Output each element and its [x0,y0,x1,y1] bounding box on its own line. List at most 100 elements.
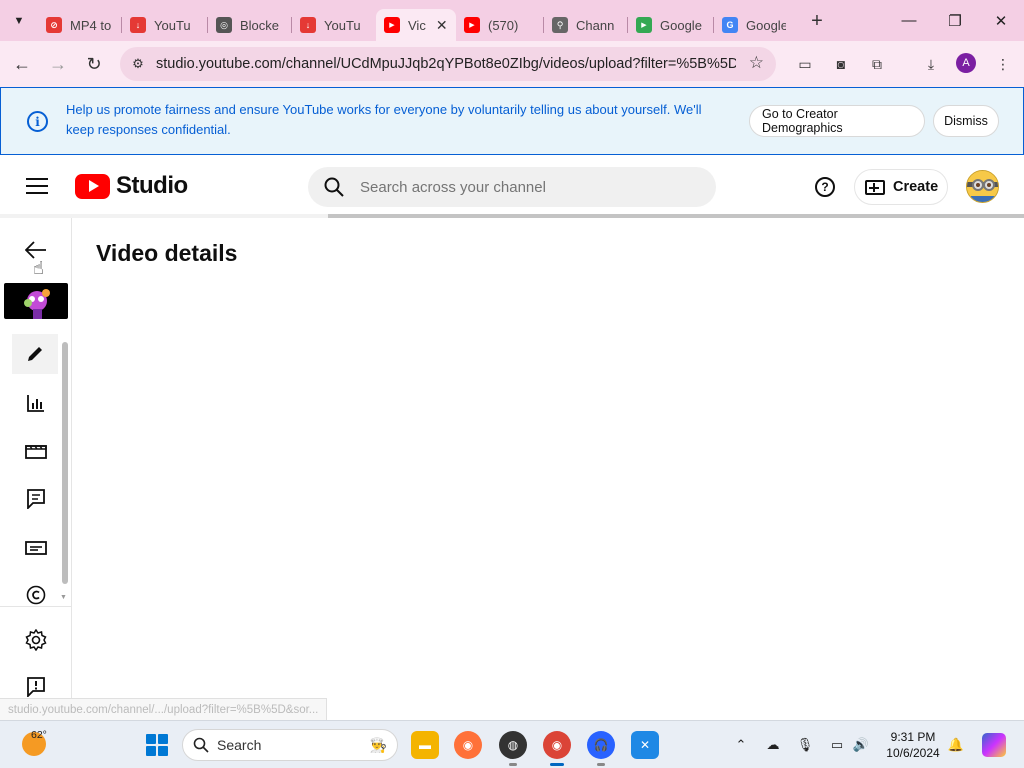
tab-favicon-icon: ⚲ [552,17,568,33]
pencil-icon [28,347,42,361]
banner-message: Help us promote fairness and ensure YouT… [66,102,702,137]
profile-avatar[interactable]: A [956,53,976,73]
sidebar-item-analytics[interactable] [14,383,58,423]
page-loading-bar [0,214,1024,218]
sidebar-item-details[interactable] [12,334,58,374]
reload-icon[interactable]: ↻ [76,46,112,82]
cloud-sync-icon[interactable]: ☁ [763,735,783,755]
comment-icon [27,489,45,509]
search-icon[interactable] [308,177,360,197]
copilot-icon[interactable] [982,733,1006,757]
go-to-creator-demographics-button[interactable]: Go to Creator Demographics [749,105,925,137]
file-explorer-icon[interactable]: ▬ [411,731,439,759]
arrow-left-icon [25,241,46,259]
tab-title: MP4 to [70,17,112,33]
back-arrow-icon[interactable]: ← [4,46,40,82]
sidebar-item-editor[interactable] [14,431,58,471]
youtube-favicon-icon: ▶ [464,17,480,33]
studio-header: Studio ? Create [0,155,1024,216]
sidebar-item-copyright[interactable] [14,575,58,615]
volume-icon[interactable]: 🔊 [851,735,871,755]
channel-search-bar[interactable] [308,167,716,207]
gear-icon [25,629,47,651]
tab-close-icon[interactable]: ✕ [436,17,448,34]
browser-tab[interactable]: ↓ YouTu [292,9,376,41]
sidebar-item-comments[interactable] [14,479,58,519]
browser-tab[interactable]: ◎ Blocke [208,9,292,41]
chrome-icon[interactable]: ◉ [543,731,571,766]
browser-tab[interactable]: ⚲ Chann [544,9,628,41]
restore-button[interactable]: ❐ [932,0,978,41]
scroll-down-arrow-icon[interactable]: ▼ [60,594,67,601]
search-highlight-icon: 👨‍🍳 [369,736,387,753]
sidebar-item-subtitles[interactable] [14,528,58,568]
video-thumbnail[interactable] [4,283,68,319]
search-input[interactable] [360,178,690,196]
taskbar-clock[interactable]: 9:31 PM 10/6/2024 [878,729,948,761]
minimize-button[interactable]: — [886,0,932,41]
network-icon[interactable]: ▭ [827,735,847,755]
tab-title: Google [746,17,786,33]
help-icon[interactable]: ? [815,177,835,197]
windows-taskbar: 62° Search 👨‍🍳 ▬ ◉ ◍ ◉ 🎧 ✕ ⌃ ☁ 🎙 ▭ 🔊 9:3… [0,720,1024,768]
browser-tab[interactable]: ▶ Google [628,9,714,41]
tab-title: (570) [488,17,519,33]
hamburger-menu-icon[interactable] [26,178,48,194]
sidebar-item-settings[interactable] [14,620,58,660]
address-bar[interactable]: ⚙ studio.youtube.com/channel/UCdMpuJJqb2… [120,47,776,81]
menu-kebab-icon[interactable]: ⋮ [990,51,1016,77]
browser-tab[interactable]: ↓ YouTu [122,9,208,41]
taskbar-search-box[interactable]: Search 👨‍🍳 [182,729,398,761]
extensions-puzzle-icon[interactable]: ⧉ [864,51,890,77]
cast-icon[interactable]: ▭ [792,51,818,77]
browser-tab-active[interactable]: ▶ Vic ✕ [376,9,456,41]
download-icon[interactable]: ⤓ [918,51,944,77]
tray-overflow-chevron-icon[interactable]: ⌃ [731,735,751,755]
close-window-button[interactable]: ✕ [978,0,1024,41]
youtube-studio-logo[interactable]: Studio [75,172,188,200]
browser-tab[interactable]: ▶ (570) [456,9,544,41]
dismiss-button[interactable]: Dismiss [933,105,999,137]
forward-arrow-icon[interactable]: → [40,46,76,82]
channel-avatar[interactable] [966,170,999,203]
browser-tab-strip: ▼ ⊘ MP4 to ↓ YouTu ◎ Blocke ↓ YouTu ▶ Vi… [0,0,1024,41]
video-sidebar: ☝ ▼ [0,218,72,720]
incognito-icon[interactable]: ◙ [828,51,854,77]
site-settings-icon[interactable]: ⚙ [120,56,156,72]
bookmark-star-icon[interactable]: ☆ [749,53,764,73]
create-video-icon [865,179,885,195]
windows-start-icon[interactable] [146,734,168,756]
tab-favicon-icon: ↓ [130,17,146,33]
search-icon [193,737,209,753]
tab-search-chevron-icon[interactable]: ▼ [0,0,38,41]
url-text[interactable]: studio.youtube.com/channel/UCdMpuJJqb2qY… [156,56,736,72]
link-hover-status: studio.youtube.com/channel/.../upload?fi… [0,698,328,720]
mouse-pointer-hand-icon: ☝ [33,258,44,278]
taskbar-search-label: Search [217,737,262,753]
headphones-app-icon[interactable]: 🎧 [587,731,615,766]
subtitles-icon [25,541,47,555]
sidebar-scrollbar[interactable] [62,342,68,584]
tab-title: YouTu [154,17,191,33]
tab-favicon-icon: ↓ [300,17,316,33]
tab-title: YouTu [324,17,361,33]
tab-favicon-icon: ◎ [216,17,232,33]
microphone-icon[interactable]: 🎙 [795,735,815,755]
info-icon: i [27,111,48,132]
clapperboard-icon [25,445,47,459]
browser-toolbar: ← → ↻ ⚙ studio.youtube.com/channel/UCdMp… [0,41,1024,87]
new-tab-button[interactable]: + [802,7,832,37]
tab-title: Chann [576,17,615,33]
weather-temperature[interactable]: 62° [31,729,47,741]
firefox-icon[interactable]: ◉ [454,731,482,759]
obs-icon[interactable]: ◍ [499,731,527,766]
clock-date: 10/6/2024 [886,746,940,760]
browser-tab[interactable]: G Google [714,9,794,41]
notification-bell-icon[interactable]: 🔔 [946,735,966,755]
tab-title: Google [660,17,702,33]
create-button[interactable]: Create [854,169,948,205]
tab-title: Blocke [240,17,280,33]
browser-tab[interactable]: ⊘ MP4 to [38,9,122,41]
page-title: Video details [96,240,238,266]
video-editor-icon[interactable]: ✕ [631,731,659,759]
